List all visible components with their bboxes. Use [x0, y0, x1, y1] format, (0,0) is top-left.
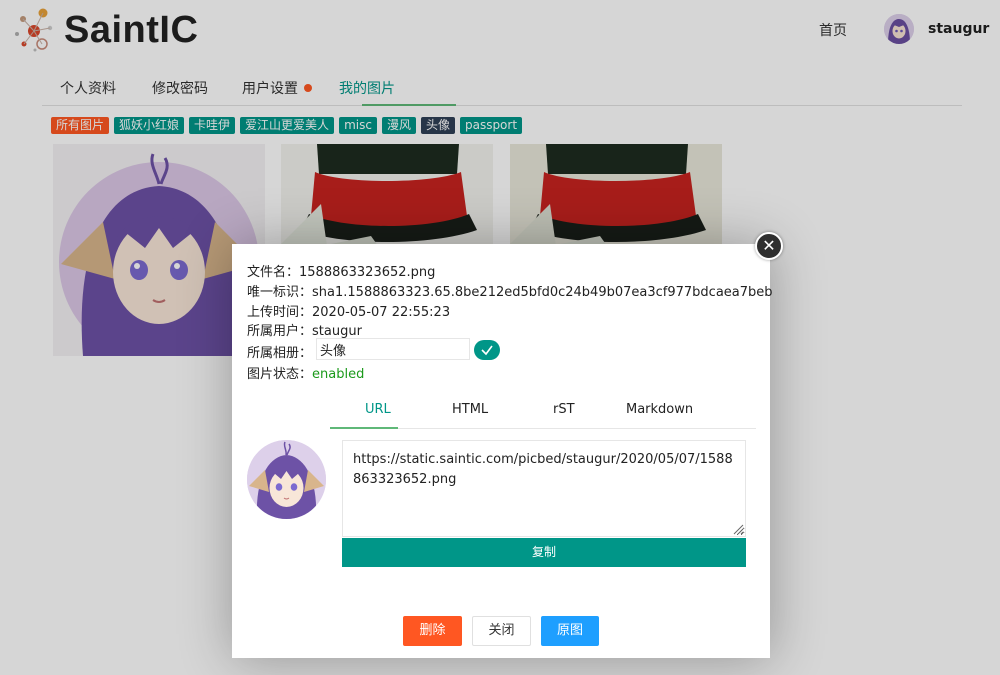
close-button[interactable]: 关闭 — [472, 616, 531, 646]
check-icon — [481, 345, 493, 356]
upload-time-row: 上传时间：2020-05-07 22:55:23 — [247, 301, 450, 320]
sha-value: sha1.1588863323.65.8be212ed5bfd0c24b49b0… — [312, 285, 773, 300]
delete-button[interactable]: 删除 — [403, 616, 462, 646]
copy-button[interactable]: 复制 — [342, 538, 746, 567]
tab-html[interactable]: HTML — [452, 402, 488, 417]
owner-value: staugur — [312, 324, 362, 339]
status-value: enabled — [312, 367, 365, 382]
resize-grip-icon[interactable] — [732, 523, 744, 535]
album-input[interactable] — [316, 338, 470, 360]
image-preview — [247, 440, 326, 519]
sha-label: 唯一标识： — [247, 285, 313, 300]
album-row: 所属相册： — [247, 342, 312, 361]
sha-row: 唯一标识：sha1.1588863323.65.8be212ed5bfd0c24… — [247, 281, 773, 300]
owner-row: 所属用户：staugur — [247, 320, 362, 339]
album-label: 所属相册： — [247, 346, 313, 361]
link-textarea[interactable]: https://static.saintic.com/picbed/staugu… — [342, 440, 746, 537]
filename-value: 1588863323652.png — [299, 265, 436, 280]
image-detail-modal: 文件名：1588863323652.png 唯一标识：sha1.15888633… — [232, 244, 773, 658]
upload-time-value: 2020-05-07 22:55:23 — [312, 305, 451, 320]
upload-time-label: 上传时间： — [247, 305, 313, 320]
album-confirm-button[interactable] — [474, 340, 500, 360]
tab-markdown[interactable]: Markdown — [626, 402, 693, 417]
filename-label: 文件名： — [247, 265, 300, 280]
tab-rst[interactable]: rST — [553, 402, 575, 417]
original-image-button[interactable]: 原图 — [541, 616, 599, 646]
tab-url[interactable]: URL — [365, 402, 391, 417]
modal-close-icon[interactable]: ✕ — [755, 232, 783, 260]
status-row: 图片状态：enabled — [247, 363, 364, 382]
link-tab-active-underline — [330, 427, 398, 429]
filename-row: 文件名：1588863323652.png — [247, 261, 435, 280]
owner-label: 所属用户： — [247, 324, 313, 339]
link-format-tabs: URL HTML rST Markdown — [330, 392, 756, 429]
status-label: 图片状态： — [247, 367, 313, 382]
